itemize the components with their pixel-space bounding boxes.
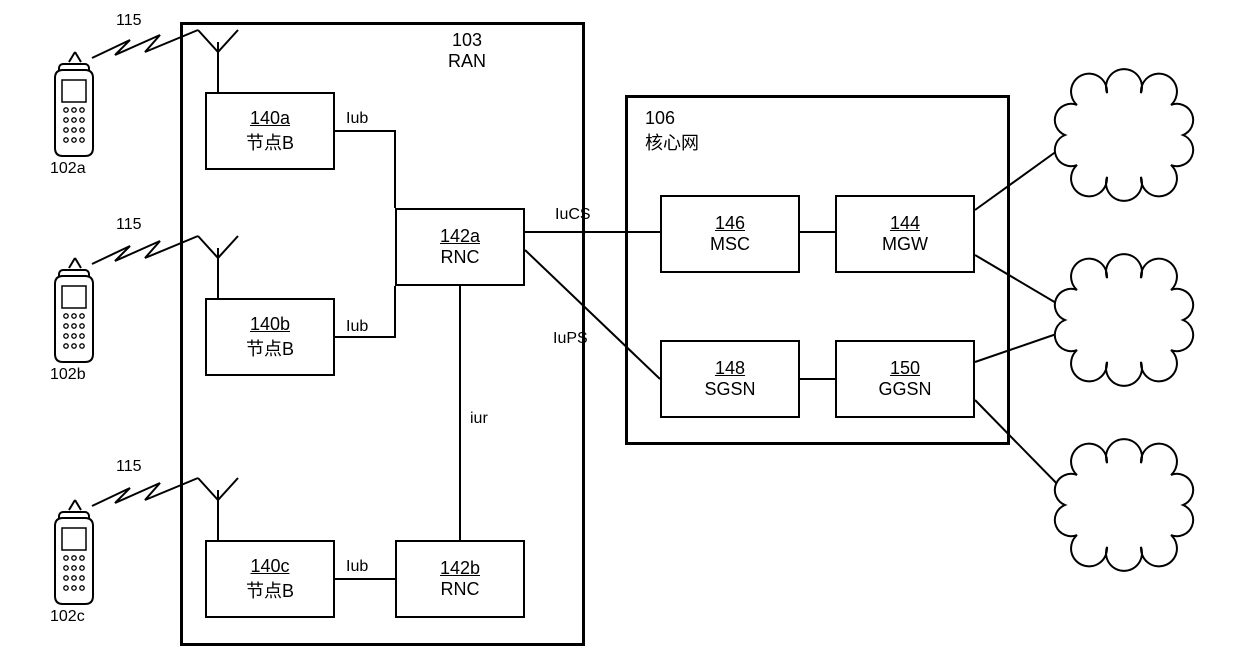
- ran-header: 103 RAN: [448, 30, 486, 72]
- node-142b-id: 142b: [440, 558, 480, 579]
- node-140b: 140b 节点B: [205, 298, 335, 376]
- node-142a-id: 142a: [440, 226, 480, 247]
- node-mgw-label: MGW: [882, 234, 928, 255]
- ran-label: RAN: [448, 51, 486, 71]
- link-iups: IuPS: [553, 330, 588, 348]
- node-mgw: 144 MGW: [835, 195, 975, 273]
- link-iub-2: Iub: [346, 318, 368, 336]
- node-msc-label: MSC: [710, 234, 750, 255]
- cloud-other-label: 其他网络: [1115, 510, 1179, 527]
- link-iur: iur: [470, 410, 488, 428]
- node-ggsn-id: 150: [890, 358, 920, 379]
- phone-icon: [55, 52, 93, 604]
- node-140c-id: 140c: [250, 556, 289, 577]
- node-sgsn: 148 SGSN: [660, 340, 800, 418]
- link-iucs: IuCS: [555, 206, 591, 224]
- wave-ref-1: 115: [116, 12, 142, 30]
- wave-ref-3: 115: [116, 458, 142, 476]
- node-140a-label: 节点B: [246, 129, 294, 155]
- node-msc-id: 146: [715, 213, 745, 234]
- cloud-internet-label: 因特网: [1123, 324, 1171, 341]
- node-140b-id: 140b: [250, 314, 290, 335]
- device-ref-3: 102c: [50, 608, 85, 626]
- cloud-pstn-label: PSTN: [1126, 134, 1169, 151]
- node-mgw-id: 144: [890, 213, 920, 234]
- cloud-other-text: 112 其他网络: [1100, 486, 1195, 528]
- link-iub-3: Iub: [346, 558, 368, 576]
- cloud-internet-id: 110: [1134, 300, 1160, 317]
- node-ggsn-label: GGSN: [878, 379, 931, 400]
- link-iub-1: Iub: [346, 110, 368, 128]
- node-140c-label: 节点B: [246, 577, 294, 603]
- node-ggsn: 150 GGSN: [835, 340, 975, 418]
- device-ref-1: 102a: [50, 160, 86, 178]
- core-label: 核心网: [645, 133, 699, 153]
- node-142b-label: RNC: [441, 579, 480, 600]
- core-header: 106 核心网: [645, 108, 699, 155]
- node-142b: 142b RNC: [395, 540, 525, 618]
- wave-ref-2: 115: [116, 216, 142, 234]
- node-msc: 146 MSC: [660, 195, 800, 273]
- node-sgsn-id: 148: [715, 358, 745, 379]
- node-140c: 140c 节点B: [205, 540, 335, 618]
- ran-ref: 103: [452, 30, 482, 50]
- node-140a: 140a 节点B: [205, 92, 335, 170]
- cloud-internet-text: 110 因特网: [1107, 300, 1187, 342]
- cloud-pstn-id: 108: [1134, 116, 1161, 133]
- node-sgsn-label: SGSN: [704, 379, 755, 400]
- node-140a-id: 140a: [250, 108, 290, 129]
- cloud-other-id: 112: [1135, 486, 1161, 503]
- core-ref: 106: [645, 108, 675, 128]
- cloud-pstn-text: 108 PSTN: [1107, 116, 1187, 152]
- node-142a: 142a RNC: [395, 208, 525, 286]
- device-ref-2: 102b: [50, 366, 86, 384]
- node-140b-label: 节点B: [246, 335, 294, 361]
- node-142a-label: RNC: [441, 247, 480, 268]
